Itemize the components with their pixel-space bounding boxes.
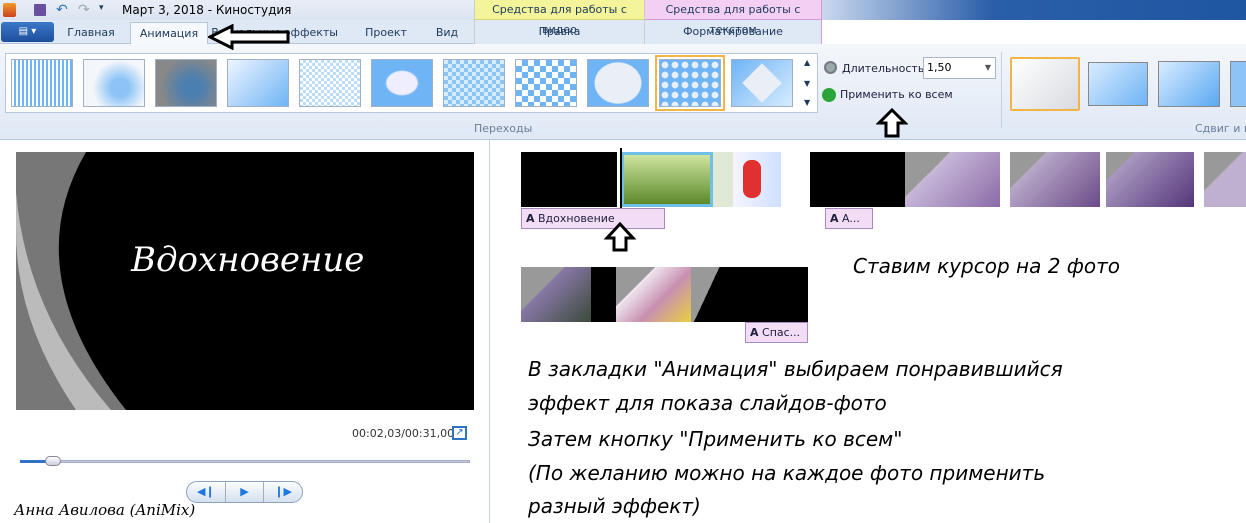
clip-black[interactable]	[691, 267, 808, 322]
duration-value: 1,50	[927, 61, 952, 74]
instruction-line-2: эффект для показа слайдов-фото	[528, 391, 887, 415]
apply-all-icon	[822, 88, 836, 102]
transition-thumb[interactable]	[83, 59, 145, 107]
transition-thumb[interactable]	[443, 59, 505, 107]
tab-home[interactable]: Главная	[58, 22, 124, 44]
transition-thumb[interactable]	[11, 59, 73, 107]
cursor-note: Ставим курсор на 2 фото	[853, 254, 1120, 278]
caption-clip-2[interactable]: A A...	[825, 208, 873, 229]
left-arrow-icon	[208, 24, 290, 50]
instruction-line-4: (По желанию можно на каждое фото примени…	[528, 461, 1046, 485]
transition-thumb[interactable]	[515, 59, 577, 107]
transition-thumb[interactable]	[731, 59, 793, 107]
transition-thumb[interactable]	[299, 59, 361, 107]
undo-icon[interactable]: ↶	[56, 2, 68, 18]
context-group-text: Средства для работы с текстом Форматиров…	[644, 0, 822, 44]
redo-icon[interactable]: ↷	[78, 2, 90, 18]
apply-all-label: Применить ко всем	[840, 88, 953, 101]
playback-controls: ◀❙ ▶ ❙▶	[186, 481, 303, 503]
instruction-line-1: В закладки "Анимация" выбираем понравивш…	[528, 357, 1063, 381]
instruction-line-3: Затем кнопку "Применить ко всем"	[528, 427, 903, 451]
tab-view[interactable]: Вид	[424, 22, 470, 44]
clip-photo-flowers-1[interactable]	[905, 152, 1000, 207]
gallery-scroll-down[interactable]: ▼	[804, 79, 810, 88]
caption-clip-3[interactable]: A Спас...	[745, 322, 808, 343]
clip-photo-doll[interactable]	[713, 152, 781, 207]
next-frame-button[interactable]: ❙▶	[264, 482, 302, 502]
transition-thumb[interactable]	[587, 59, 649, 107]
tab-animation[interactable]: Анимация	[130, 22, 208, 45]
clip-photo-book[interactable]	[621, 152, 713, 207]
storyboard-row-2	[521, 267, 808, 322]
apply-all-button[interactable]: Применить ко всем	[822, 88, 953, 106]
pan-zoom-none[interactable]	[1010, 57, 1080, 111]
time-readout: 00:02,03/00:31,00	[352, 427, 455, 440]
slide-title: Вдохновение	[131, 240, 365, 280]
quick-access-dropdown-icon[interactable]: ▾	[99, 3, 104, 13]
pan-zoom-auto[interactable]	[1088, 62, 1148, 106]
background-browser-tabs	[822, 0, 1246, 20]
pan-zoom-up[interactable]	[1158, 61, 1220, 107]
transition-thumb[interactable]	[227, 59, 289, 107]
clip-photo-portrait[interactable]	[616, 267, 691, 322]
fullscreen-icon[interactable]: ↗	[452, 426, 467, 440]
clip-photo-frame[interactable]	[521, 267, 591, 322]
play-button[interactable]: ▶	[226, 482, 265, 502]
tab-edit[interactable]: Правка	[475, 20, 644, 44]
clip-black[interactable]	[591, 267, 616, 322]
slide-background-swoosh	[16, 152, 126, 410]
window-title: Март 3, 2018 - Киностудия	[122, 3, 292, 17]
gallery-scroll-up[interactable]: ▲	[804, 58, 810, 67]
transition-thumb[interactable]	[655, 55, 725, 111]
caption-clip-1[interactable]: A Вдохновение	[521, 208, 665, 229]
video-preview[interactable]: Вдохновение	[16, 152, 474, 410]
context-label-video: Средства для работы с видео	[475, 0, 644, 36]
clip-photo-flowers-4[interactable]	[1204, 152, 1246, 207]
chevron-down-icon: ▼	[984, 63, 991, 72]
caption-text: Спас...	[762, 326, 801, 339]
seek-track[interactable]	[20, 460, 470, 463]
duration-label: Длительность:	[842, 62, 929, 75]
context-label-text: Средства для работы с текстом	[645, 0, 821, 36]
transitions-group-label: Переходы	[474, 122, 533, 135]
file-menu-button[interactable]: ▤ ▾	[1, 22, 54, 42]
clip-photo-flowers-3[interactable]	[1106, 152, 1194, 207]
tab-project[interactable]: Проект	[356, 22, 416, 44]
seek-thumb[interactable]	[45, 456, 62, 466]
author-signature: Анна Авилова (AniMix)	[14, 501, 196, 519]
clip-black[interactable]	[810, 152, 905, 207]
caption-text: A...	[842, 212, 860, 225]
duration-select[interactable]: 1,50 ▼	[923, 57, 996, 79]
app-icon	[3, 3, 16, 17]
save-icon[interactable]	[34, 4, 46, 16]
transition-thumb[interactable]	[155, 59, 217, 107]
up-arrow-icon	[604, 222, 636, 252]
instruction-line-5: разный эффект)	[528, 494, 701, 518]
context-group-video: Средства для работы с видео Правка	[474, 0, 644, 44]
ribbon-separator	[1001, 52, 1002, 128]
transition-thumb[interactable]	[371, 59, 433, 107]
pan-zoom-more[interactable]	[1230, 61, 1246, 107]
stopwatch-icon	[824, 61, 837, 74]
pan-zoom-group-label: Сдвиг и м	[1195, 122, 1246, 135]
gallery-expand[interactable]: ▼	[804, 98, 810, 107]
clip-photo-flowers-2[interactable]	[1010, 152, 1100, 207]
previous-frame-button[interactable]: ◀❙	[187, 482, 226, 502]
up-arrow-icon	[876, 108, 908, 138]
storyboard-row-1	[521, 152, 1246, 207]
clip-title-black[interactable]	[521, 152, 617, 207]
tab-format[interactable]: Форматирование	[645, 20, 821, 44]
